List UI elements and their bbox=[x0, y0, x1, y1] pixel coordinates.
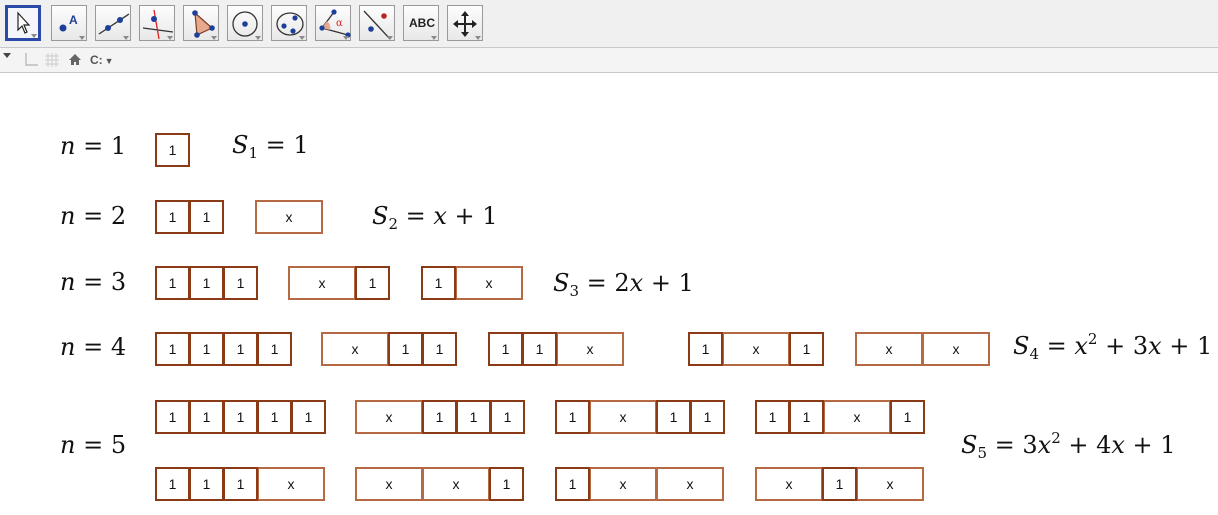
row-label-n3: n = 3 bbox=[60, 268, 127, 296]
polygon-tool-button[interactable] bbox=[183, 5, 219, 41]
one-tile: 1 bbox=[755, 400, 790, 434]
x-tile: x bbox=[455, 266, 523, 300]
one-tile: 1 bbox=[155, 467, 190, 501]
axes-icon[interactable] bbox=[24, 53, 38, 67]
one-tile: 1 bbox=[223, 266, 258, 300]
one-tile: 1 bbox=[291, 400, 326, 434]
one-tile: 1 bbox=[789, 400, 824, 434]
x-tile: x bbox=[355, 467, 423, 501]
one-tile: 1 bbox=[355, 266, 390, 300]
x-tile: x bbox=[656, 467, 724, 501]
line-tool-button[interactable] bbox=[95, 5, 131, 41]
one-tile: 1 bbox=[155, 332, 190, 366]
one-tile: 1 bbox=[890, 400, 925, 434]
x-tile: x bbox=[922, 332, 990, 366]
x-tile: x bbox=[257, 467, 325, 501]
toolbar: A α ABC bbox=[0, 0, 1218, 48]
x-tile: x bbox=[823, 400, 891, 434]
one-tile: 1 bbox=[422, 400, 457, 434]
one-tile: 1 bbox=[688, 332, 723, 366]
one-tile: 1 bbox=[489, 467, 524, 501]
x-tile: x bbox=[755, 467, 823, 501]
one-tile: 1 bbox=[257, 400, 292, 434]
point-tool-button[interactable]: A bbox=[51, 5, 87, 41]
one-tile: 1 bbox=[490, 400, 525, 434]
perpendicular-line-tool-button[interactable] bbox=[139, 5, 175, 41]
one-tile: 1 bbox=[189, 266, 224, 300]
x-tile: x bbox=[422, 467, 490, 501]
row-label-n1: n = 1 bbox=[60, 132, 127, 160]
one-tile: 1 bbox=[421, 266, 456, 300]
one-tile: 1 bbox=[155, 400, 190, 434]
style-bar: C: ▼ bbox=[0, 48, 1218, 73]
sum-formula-s4: S4 = x2 + 3x + 1 bbox=[1013, 330, 1213, 363]
point-tool-letter: A bbox=[69, 13, 78, 27]
x-tile: x bbox=[722, 332, 790, 366]
toggle-stylebar-icon[interactable] bbox=[3, 52, 13, 60]
x-tile: x bbox=[355, 400, 423, 434]
one-tile: 1 bbox=[155, 266, 190, 300]
sum-formula-s1: S1 = 1 bbox=[232, 131, 309, 162]
one-tile: 1 bbox=[155, 200, 190, 234]
x-tile: x bbox=[589, 400, 657, 434]
x-tile: x bbox=[589, 467, 657, 501]
one-tile: 1 bbox=[656, 400, 691, 434]
one-tile: 1 bbox=[223, 332, 258, 366]
one-tile: 1 bbox=[189, 332, 224, 366]
circle-tool-button[interactable] bbox=[227, 5, 263, 41]
one-tile: 1 bbox=[223, 467, 258, 501]
sum-formula-s3: S3 = 2x + 1 bbox=[553, 269, 694, 300]
one-tile: 1 bbox=[555, 400, 590, 434]
move-graphics-view-button[interactable] bbox=[447, 5, 483, 41]
graphics-view[interactable]: n = 1 1 S1 = 1n = 2 1 1 x S2 = x + 1n = 3111x1… bbox=[0, 73, 1218, 515]
one-tile: 1 bbox=[223, 400, 258, 434]
text-tool-button[interactable]: ABC bbox=[403, 5, 439, 41]
one-tile: 1 bbox=[189, 200, 224, 234]
one-tile: 1 bbox=[690, 400, 725, 434]
text-tool-icon: ABC bbox=[409, 16, 435, 30]
move-tool-button[interactable] bbox=[5, 5, 41, 41]
one-tile: 1 bbox=[189, 467, 224, 501]
x-tile: x bbox=[556, 332, 624, 366]
x-tile: x bbox=[255, 200, 323, 234]
x-tile: x bbox=[321, 332, 389, 366]
one-tile: 1 bbox=[789, 332, 824, 366]
x-tile: x bbox=[288, 266, 356, 300]
row-label-n5: n = 5 bbox=[60, 431, 127, 459]
one-tile: 1 bbox=[555, 467, 590, 501]
point-capture-dropdown[interactable]: C: ▼ bbox=[90, 53, 114, 67]
home-icon[interactable] bbox=[68, 53, 82, 66]
point-capture-label: C: bbox=[90, 53, 103, 67]
row-label-n2: n = 2 bbox=[60, 202, 127, 230]
row-label-n4: n = 4 bbox=[60, 333, 127, 361]
x-tile: x bbox=[855, 332, 923, 366]
one-tile: 1 bbox=[422, 332, 457, 366]
one-tile: 1 bbox=[822, 467, 857, 501]
one-tile: 1 bbox=[388, 332, 423, 366]
one-tile: 1 bbox=[488, 332, 523, 366]
sum-formula-s5: S5 = 3x2 + 4x + 1 bbox=[961, 429, 1176, 462]
reflect-tool-button[interactable] bbox=[359, 5, 395, 41]
angle-tool-letter: α bbox=[336, 18, 343, 29]
one-tile: 1 bbox=[189, 400, 224, 434]
one-tile: 1 bbox=[456, 400, 491, 434]
x-tile: x bbox=[856, 467, 924, 501]
sum-formula-s2: S2 = x + 1 bbox=[372, 202, 498, 233]
angle-tool-button[interactable]: α bbox=[315, 5, 351, 41]
one-tile: 1 bbox=[155, 133, 190, 167]
one-tile: 1 bbox=[522, 332, 557, 366]
conic-tool-button[interactable] bbox=[271, 5, 307, 41]
chevron-down-icon: ▼ bbox=[104, 56, 114, 66]
grid-icon[interactable] bbox=[45, 53, 59, 67]
one-tile: 1 bbox=[257, 332, 292, 366]
